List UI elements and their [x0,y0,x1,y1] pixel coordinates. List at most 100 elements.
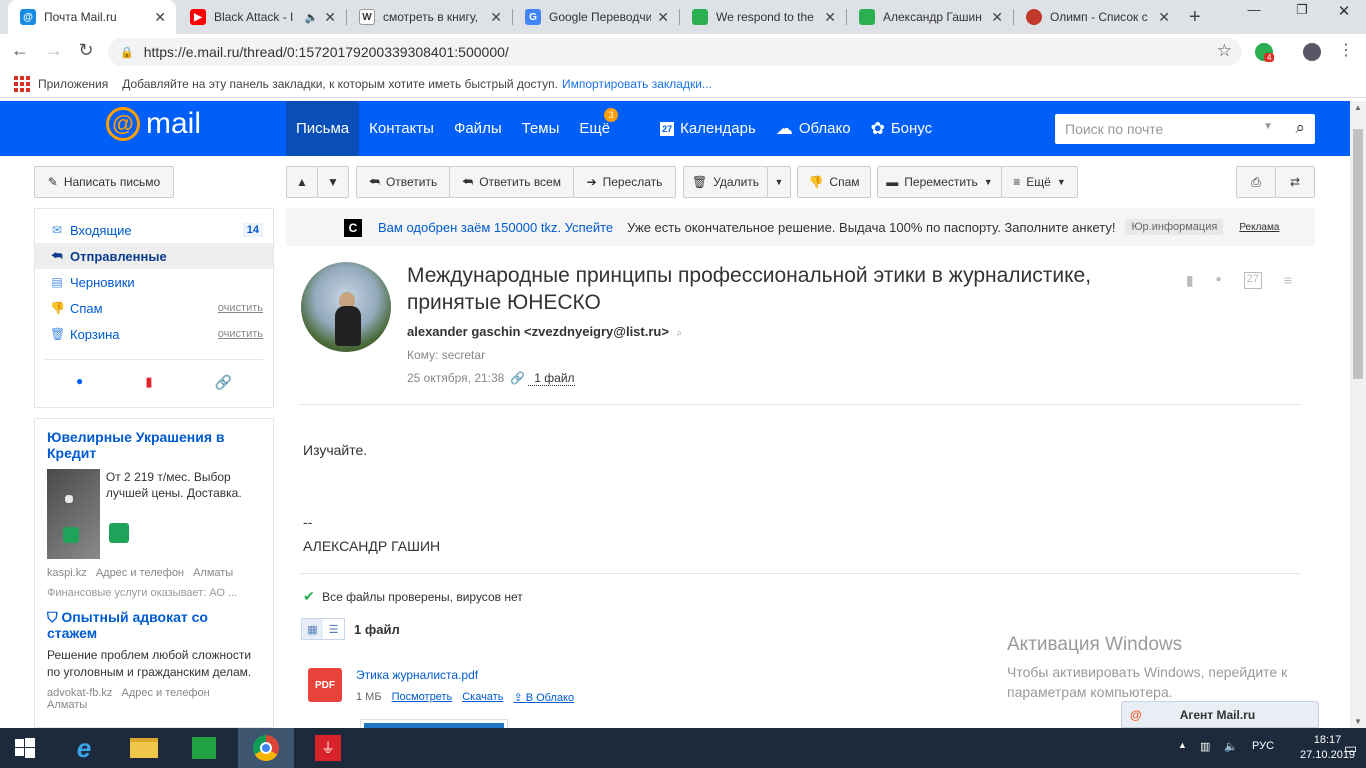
search-icon[interactable]: ⌕ [1295,118,1305,138]
close-icon[interactable]: ✕ [154,9,166,26]
reload-icon[interactable]: ↻ [74,40,98,61]
sender-avatar[interactable] [301,262,391,352]
forward-icon[interactable]: → [42,40,66,61]
bookmark-star-icon[interactable]: ☆ [1217,41,1232,61]
tab-wiki[interactable]: W смотреть в книгу, ✕ [347,0,512,34]
folder-spam[interactable]: 👎 Спам очистить [35,295,273,321]
download-attachment-link[interactable]: Скачать [462,691,503,704]
ad-title[interactable]: ⛉ Опытный адвокат со стажем [47,609,261,641]
delete-button[interactable]: 🗑 Удалить [683,166,768,198]
close-icon[interactable]: ✕ [324,9,336,26]
pdf-file-icon[interactable]: PDF [308,668,342,702]
unread-dot-icon[interactable]: ● [1216,274,1222,289]
windows-start-icon[interactable] [0,728,50,768]
calendar-icon[interactable]: 27 [1243,272,1262,289]
scrollbar-thumb[interactable] [1353,129,1363,379]
attachment-name[interactable]: Этика журналиста.pdf [356,668,478,682]
chrome-icon[interactable] [238,728,294,768]
tab-sheet-1[interactable]: We respond to the ✕ [680,0,846,34]
notifications-icon[interactable]: ▭ [1344,740,1357,757]
close-icon[interactable]: ✕ [490,9,502,26]
close-icon[interactable]: ✕ [1158,9,1170,26]
apps-link[interactable]: Приложения [38,77,108,91]
attachment-filter-icon[interactable]: 🔗 [215,374,232,391]
ad-extra[interactable]: Адрес и телефон [96,567,184,579]
close-icon[interactable]: ✕ [824,9,836,26]
mail-logo[interactable]: @ mail [106,107,201,141]
nav-bonus[interactable]: ✿ Бонус [861,101,943,156]
menu-kebab-icon[interactable]: ⋮ [1334,40,1358,60]
address-bar[interactable]: 🔒 https://e.mail.ru/thread/0:15720179200… [108,38,1242,66]
ad-label-link[interactable]: Реклама [1239,222,1279,233]
internet-explorer-icon[interactable]: e [56,728,112,768]
close-icon[interactable]: ✕ [657,9,669,26]
move-button[interactable]: ▬ Переместить ▼ [877,166,1002,198]
flag-filter-icon[interactable]: ▮ [145,374,152,391]
ad-title[interactable]: Ювелирные Украшения в Кредит [47,429,261,461]
bookmark-icon[interactable]: ▮ [1186,272,1194,289]
scroll-up-icon[interactable]: ▲ [1354,103,1362,112]
mail-agent-bar[interactable]: @ Агент Mail.ru [1121,701,1319,728]
minimize-icon[interactable]: — [1232,2,1276,17]
nav-cloud[interactable]: ☁ Облако [766,101,861,156]
network-icon[interactable]: ▥ [1200,740,1210,753]
folder-trash[interactable]: 🗑 Корзина очистить [35,321,273,347]
attachments-link[interactable]: 🔗 1 файл [510,371,575,386]
reply-all-button[interactable]: ⮪ Ответить всем [449,166,574,198]
nav-letters[interactable]: Письма [286,101,360,156]
url-text[interactable]: https://e.mail.ru/thread/0:1572017920033… [144,44,509,60]
store-icon[interactable] [176,728,232,768]
back-icon[interactable]: ← [8,40,32,61]
nav-contacts[interactable]: Контакты [359,101,444,156]
close-icon[interactable]: ✕ [991,9,1003,26]
prev-message-button[interactable]: ▲ [286,166,318,198]
input-language[interactable]: РУС [1252,740,1274,752]
folder-drafts[interactable]: ▤ Черновики [35,269,273,295]
delete-dropdown-button[interactable]: ▼ [767,166,791,198]
folder-sent[interactable]: ⮪ Отправленные [35,243,273,269]
reply-button[interactable]: ⮪ Ответить [356,166,450,198]
restore-icon[interactable]: ❐ [1280,2,1324,18]
message-sender[interactable]: alexander gaschin <zvezdnyeigry@list.ru>… [407,324,682,339]
view-attachment-link[interactable]: Посмотреть [392,691,453,704]
search-icon[interactable]: ⌕ [677,328,683,339]
ad-domain[interactable]: advokat-fb.kz [47,687,112,699]
nav-more[interactable]: Ещё 3 [569,101,620,156]
speaker-icon[interactable]: 🔈 [305,11,319,24]
tab-mail[interactable]: @ Почта Mail.ru ✕ [8,0,176,34]
ad-jewelry-image[interactable] [47,469,129,559]
save-to-cloud-link[interactable]: ⇪ В Облако [513,691,574,704]
lock-icon[interactable]: 🔒 [120,46,134,59]
apps-grid-icon[interactable] [14,75,30,92]
ad-banner-headline[interactable]: Вам одобрен заём 150000 tkz. Успейте [378,220,613,235]
nav-calendar[interactable]: 27 Календарь [650,101,766,156]
more-button[interactable]: ≡ Ещё ▼ [1001,166,1078,198]
menu-icon[interactable]: ≡ [1284,272,1292,289]
ad-extra[interactable]: Адрес и телефон [121,687,209,699]
acrobat-icon[interactable]: ⏚ [300,728,356,768]
tray-chevron-icon[interactable]: ▲ [1178,740,1187,750]
page-scrollbar[interactable]: ▲ ▼ [1350,101,1366,728]
new-tab-icon[interactable]: + [1189,6,1201,29]
extension-shield-icon[interactable]: 4 [1255,43,1275,62]
next-message-button[interactable]: ▼ [317,166,349,198]
nav-files[interactable]: Файлы [444,101,512,156]
import-bookmarks-link[interactable]: Импортировать закладки... [562,77,712,91]
unread-filter-icon[interactable]: ● [76,374,83,391]
grid-view-icon[interactable]: ▦ [302,619,323,639]
profile-avatar[interactable] [1303,43,1321,61]
tab-youtube[interactable]: ▶ Black Attack - I 🔈 ✕ [178,0,346,34]
chevron-down-icon[interactable]: ▼ [1263,121,1273,132]
file-explorer-icon[interactable] [116,728,172,768]
tab-olimp[interactable]: Олимп - Список с ✕ [1014,0,1180,34]
folder-inbox[interactable]: ✉ Входящие 14 [35,217,273,243]
tab-translate[interactable]: G Google Переводчи ✕ [513,0,679,34]
list-view-icon[interactable]: ☰ [323,619,344,639]
nav-themes[interactable]: Темы [512,101,570,156]
ad-banner[interactable]: C Вам одобрен заём 150000 tkz. Успейте У… [286,208,1315,246]
volume-icon[interactable]: 🔈 [1224,740,1238,753]
scroll-down-icon[interactable]: ▼ [1354,717,1362,726]
toggle-view-button[interactable]: ⇄ [1275,166,1315,198]
forward-button[interactable]: ➔ Переслать [573,166,676,198]
spam-button[interactable]: 👎 Спам [797,166,871,198]
